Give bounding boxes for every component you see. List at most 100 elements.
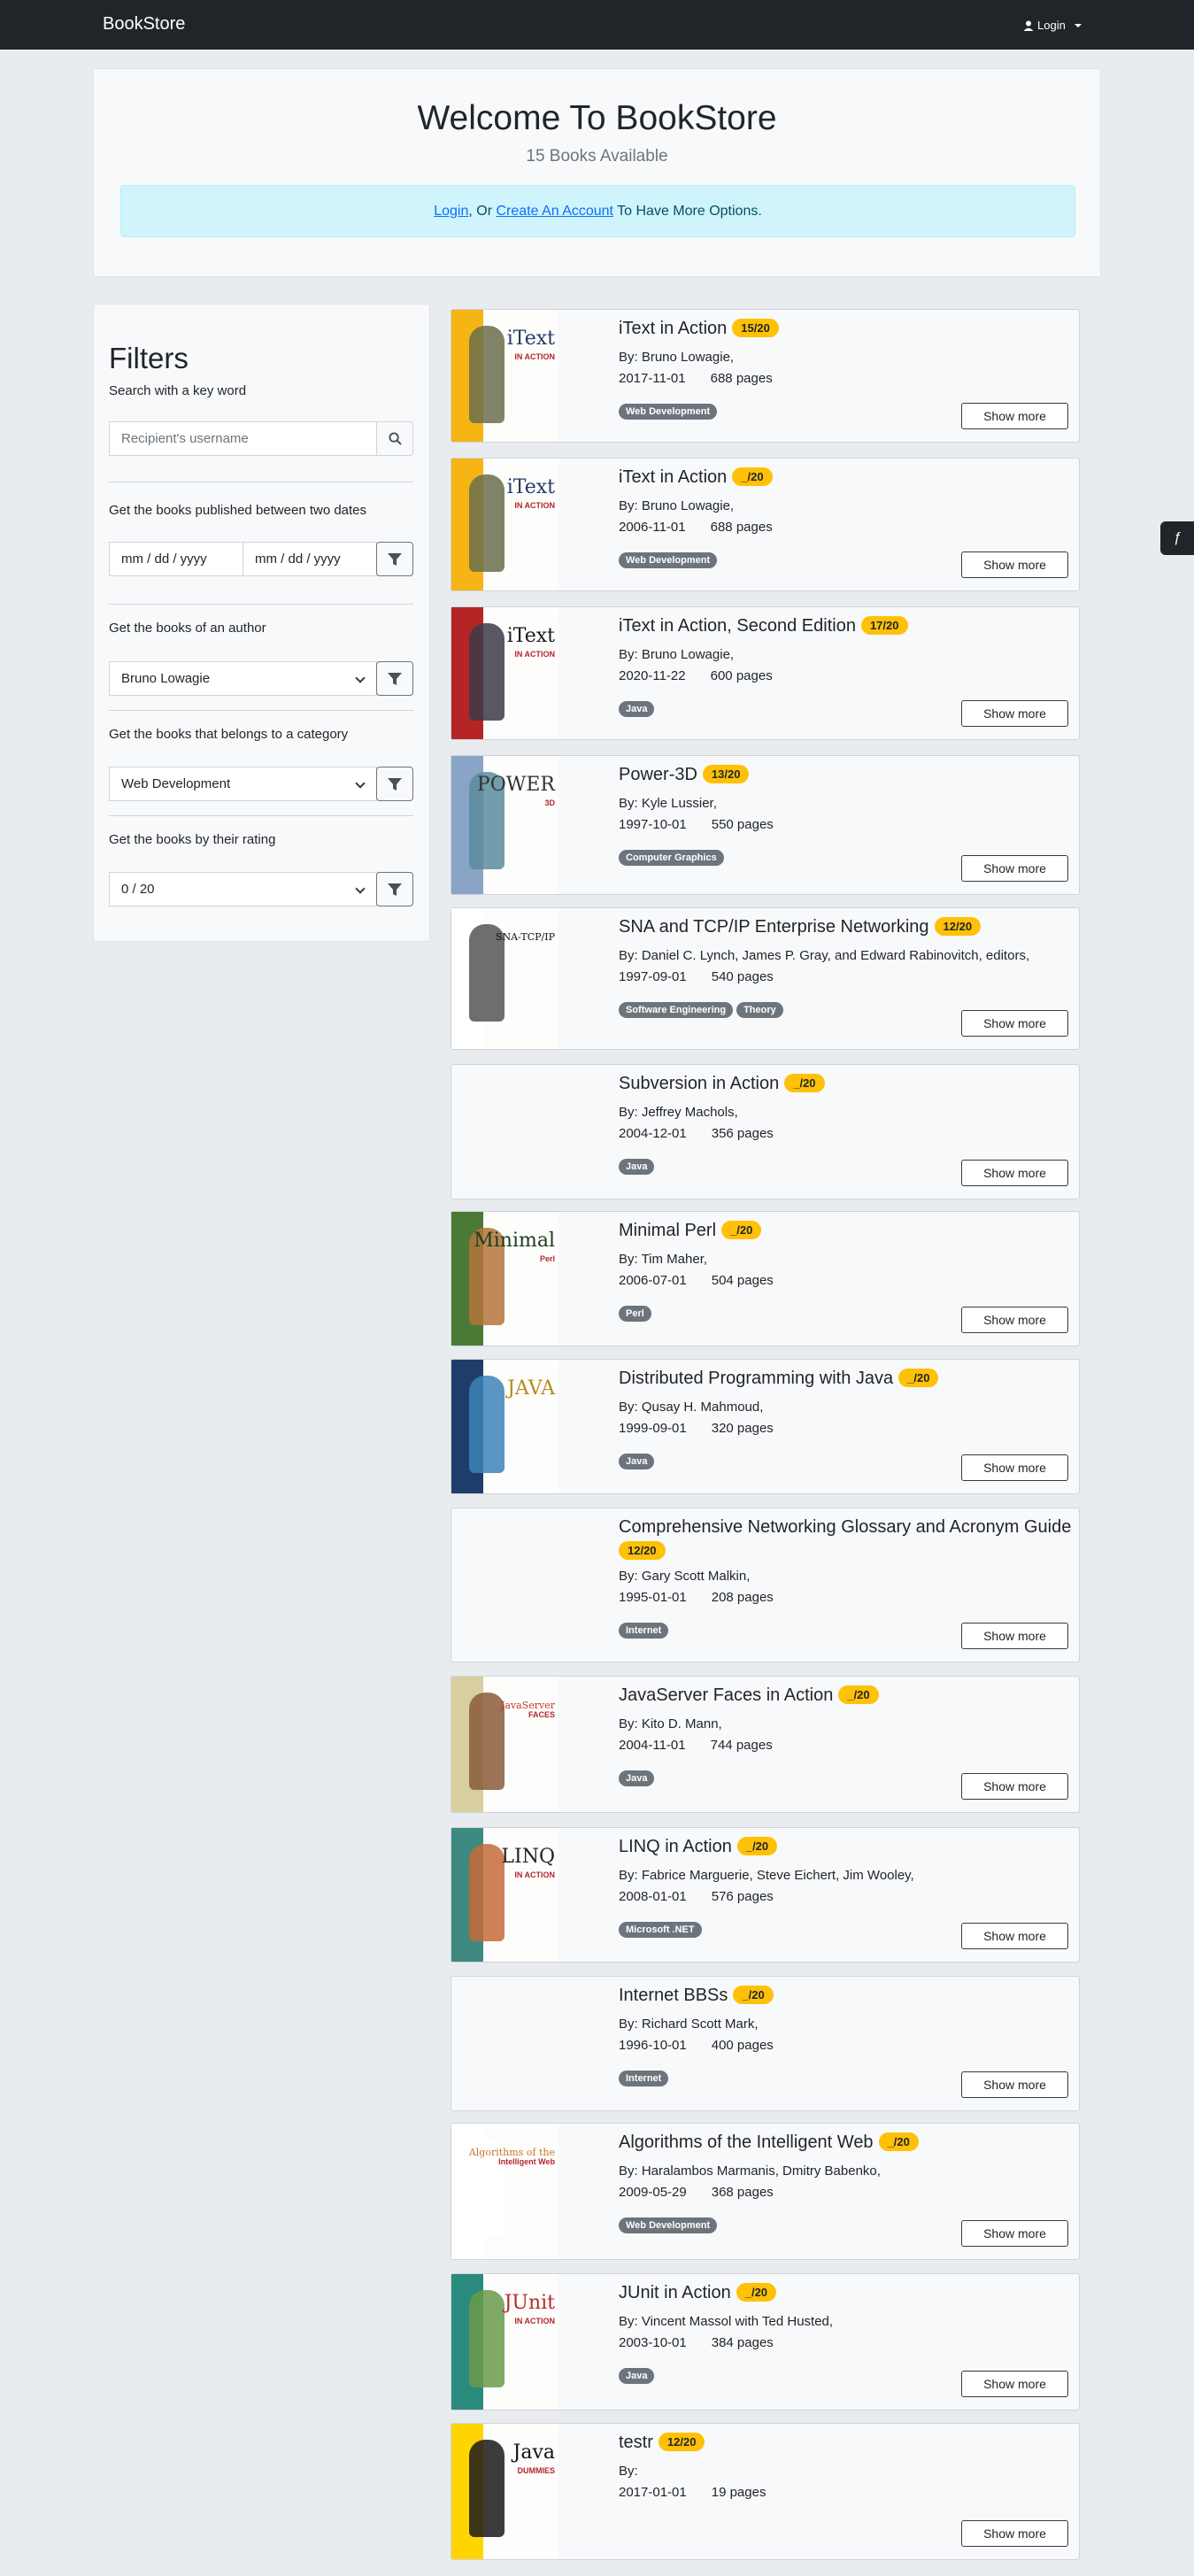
filter-dates-button[interactable] [376,542,413,576]
book-authors: By: Daniel C. Lynch, James P. Gray, and … [619,948,1030,963]
book-title[interactable]: Internet BBSs _/20 [619,1986,774,2006]
book-title[interactable]: Power-3D 13/20 [619,765,750,785]
book-pages: 576 pages [711,1889,774,1904]
show-more-button[interactable]: Show more [961,1623,1068,1649]
show-more-button[interactable]: Show more [961,2220,1068,2247]
book-title[interactable]: iText in Action, Second Edition 17/20 [619,616,908,636]
book-title[interactable]: iText in Action _/20 [619,467,773,488]
show-more-button[interactable]: Show more [961,1010,1068,1037]
login-label: Login [1037,19,1066,32]
cover-title-text: iText [506,625,555,647]
show-more-button[interactable]: Show more [961,2371,1068,2397]
search-button[interactable] [376,421,413,456]
show-more-button[interactable]: Show more [961,855,1068,882]
book-title[interactable]: Minimal Perl _/20 [619,1221,762,1241]
category-badge: Software Engineering [619,1002,734,1018]
book-cover-image: Minimal Perl [451,1212,558,1346]
book-title-text: iText in Action [619,467,728,487]
user-icon [1023,20,1034,31]
book-card: Minimal Perl Minimal Perl _/20 By: Tim Maher… [451,1211,1080,1346]
filter-author-button[interactable] [376,661,413,696]
keyword-label: Search with a key word [109,383,247,398]
login-dropdown-toggle[interactable]: Login [1023,19,1082,32]
book-title[interactable]: testr 12/20 [619,2433,705,2453]
book-date: 2004-11-01 [619,1738,686,1753]
category-badge: Internet [619,2071,669,2086]
book-title[interactable]: JUnit in Action _/20 [619,2283,777,2303]
book-title[interactable]: Comprehensive Networking Glossary and Ac… [619,1517,1071,1562]
book-title[interactable]: iText in Action 15/20 [619,319,779,339]
rating-badge: 12/20 [619,1541,666,1560]
book-cover-image: JUnit IN ACTION [451,2274,558,2410]
book-date: 2008-01-01 [619,1889,687,1904]
book-tags: Software Engineering Theory [619,1002,783,1018]
book-pages: 400 pages [711,2038,774,2053]
create-account-link[interactable]: Create An Account [496,204,613,220]
book-title[interactable]: Distributed Programming with Java _/20 [619,1369,939,1389]
rating-select[interactable]: 0 / 20 [109,872,377,906]
keyword-input[interactable]: Recipient's username [109,421,377,456]
rating-badge: _/20 [732,467,773,486]
book-title-text: LINQ in Action [619,1837,732,1856]
show-more-button[interactable]: Show more [961,1160,1068,1186]
show-more-button[interactable]: Show more [961,1454,1068,1481]
category-badge: Web Development [619,2217,718,2233]
book-card: iText IN ACTION iText in Action 15/20 By: Br… [451,309,1080,443]
book-date: 1999-09-01 [619,1421,687,1436]
show-more-button[interactable]: Show more [961,1307,1068,1333]
show-more-button[interactable]: Show more [961,1773,1068,1800]
show-more-button[interactable]: Show more [961,1923,1068,1949]
book-tags: Microsoft .NET [619,1922,702,1938]
book-authors: By: Haralambos Marmanis, Dmitry Babenko, [619,2163,881,2179]
category-badge: Internet [619,1623,669,1639]
show-more-button[interactable]: Show more [961,2071,1068,2098]
book-title[interactable]: JavaServer Faces in Action _/20 [619,1685,879,1706]
cover-subtitle-text: Intelligent Web [498,2157,555,2166]
book-cover-image: iText IN ACTION [451,310,558,442]
show-more-button[interactable]: Show more [961,2520,1068,2547]
book-info: By: Haralambos Marmanis, Dmitry Babenko,… [619,2161,881,2203]
date-to-input[interactable]: mm / dd / yyyy [243,542,377,576]
book-title[interactable]: LINQ in Action _/20 [619,1837,778,1857]
book-tags: Web Development [619,552,718,568]
book-authors: By: Vincent Massol with Ted Husted, [619,2314,834,2329]
author-select[interactable]: Bruno Lowagie [109,661,377,696]
cover-title-text: POWER [476,774,555,796]
book-date: 2004-12-01 [619,1126,687,1141]
show-more-button[interactable]: Show more [961,700,1068,727]
book-cover-image: Algorithms of the Intelligent Web [451,2124,558,2259]
book-tags: Java [619,701,655,717]
filter-icon [388,883,402,896]
book-info: By: Bruno Lowagie, 2020-11-22 600 pages [619,644,773,687]
rating-badge: _/20 [898,1369,939,1387]
book-authors: By: Kyle Lussier, [619,796,717,811]
author-select-value: Bruno Lowagie [121,671,211,686]
book-card: Internet BBSs _/20 By: Richard Scott Mark,… [451,1976,1080,2111]
show-more-button[interactable]: Show more [961,551,1068,578]
login-link[interactable]: Login [434,204,468,220]
category-select[interactable]: Web Development [109,767,377,801]
book-cover-image: iText IN ACTION [451,459,558,590]
alert-or-text: , Or [468,203,497,219]
book-title-text: Minimal Perl [619,1221,717,1240]
filter-category-button[interactable] [376,767,413,801]
show-more-button[interactable]: Show more [961,403,1068,429]
book-card: JavaServer FACES JavaServer Faces in Actio… [451,1676,1080,1813]
book-title[interactable]: SNA and TCP/IP Enterprise Networking 12/2… [619,917,982,937]
book-title-text: Algorithms of the Intelligent Web [619,2133,874,2152]
filter-rating-button[interactable] [376,872,413,906]
book-date: 2006-07-01 [619,1273,687,1288]
book-cover-image: Java DUMMIES [451,2424,558,2559]
book-title[interactable]: Algorithms of the Intelligent Web _/20 [619,2133,919,2153]
brand-link[interactable]: BookStore [103,14,185,35]
dates-label: Get the books published between two date… [109,503,367,518]
date-from-input[interactable]: mm / dd / yyyy [109,542,243,576]
book-info: By: Kito D. Mann, 2004-11-01 744 pages [619,1714,773,1756]
side-widget-icon[interactable]: ƒ [1160,521,1194,555]
book-card: POWER 3D Power-3D 13/20 By: Kyle Lussier, 199… [451,755,1080,895]
book-authors: By: Tim Maher, [619,1252,708,1267]
book-card: Subversion in Action _/20 By: Jeffrey Mach… [451,1064,1080,1199]
category-badge: Java [619,2368,655,2384]
book-title[interactable]: Subversion in Action _/20 [619,1074,825,1094]
cover-subtitle-text: DUMMIES [517,2466,556,2475]
